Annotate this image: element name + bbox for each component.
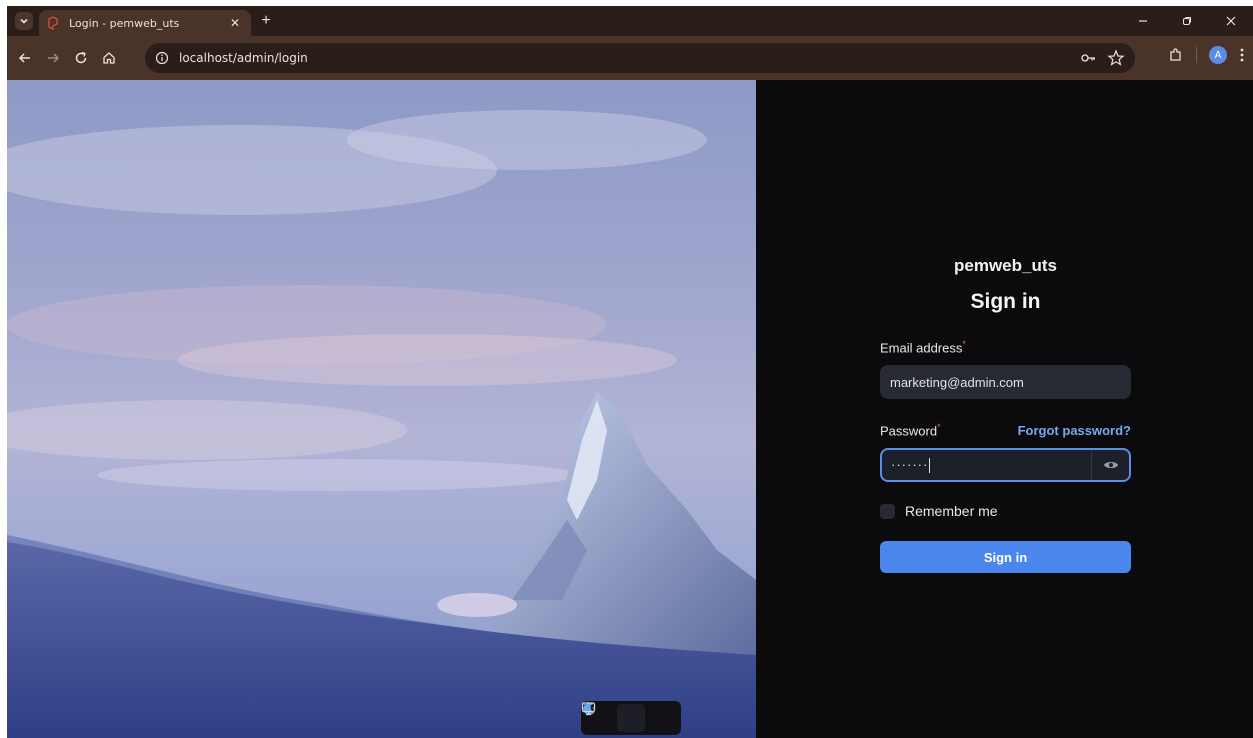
theme-switcher [581,701,681,735]
eye-icon [1103,462,1118,468]
email-label-text: Email address [880,340,963,356]
close-icon [1226,16,1236,26]
email-field[interactable]: marketing@admin.com [880,365,1131,399]
remember-checkbox[interactable] [880,503,895,519]
email-label-row: Email address* [880,338,1131,356]
password-field[interactable]: ······· [880,448,1131,482]
required-mark: * [937,421,941,432]
show-password-button[interactable] [1091,450,1129,480]
minimize-icon [1139,20,1147,22]
toolbar-separator [1196,47,1197,63]
tab-title: Login - pemweb_uts [69,16,180,30]
browser-window: Login - pemweb_uts ✕ + localhost/admin/l… [7,6,1253,738]
remember-label[interactable]: Remember me [905,503,998,519]
minimize-button[interactable] [1121,6,1165,36]
profile-avatar[interactable]: A [1209,46,1227,64]
login-form: pemweb_uts Sign in Email address* market… [880,256,1131,573]
password-label-text: Password [880,423,938,439]
required-mark: * [962,338,966,349]
window-controls [1121,6,1253,36]
toolbar-right: A [1168,46,1245,64]
login-panel: pemweb_uts Sign in Email address* market… [756,80,1253,738]
tab-search-button[interactable] [15,12,33,30]
laravel-favicon-icon [47,16,61,30]
arrow-right-icon [48,53,60,63]
restore-icon [1183,17,1191,25]
new-tab-button[interactable]: + [257,12,275,30]
tab-active[interactable]: Login - pemweb_uts ✕ [39,10,251,36]
url-text: localhost/admin/login [179,51,308,65]
password-mask: ······· [891,456,929,472]
forgot-password-link[interactable]: Forgot password? [1018,423,1131,438]
chevron-down-icon [20,18,28,24]
dark-theme-button[interactable] [583,702,645,732]
bookmark-star-icon[interactable] [1107,49,1125,67]
more-menu-icon[interactable] [1239,47,1245,63]
email-value: marketing@admin.com [890,374,1024,390]
tab-bar: Login - pemweb_uts ✕ + [7,6,1253,36]
restore-button[interactable] [1165,6,1209,36]
forward-button[interactable] [41,46,65,70]
home-icon [103,52,115,64]
close-window-button[interactable] [1209,6,1253,36]
page-title: Sign in [970,290,1041,313]
monitor-icon [581,702,596,716]
mountain-background-image [7,80,756,738]
page-content: pemweb_uts Sign in Email address* market… [7,80,1253,738]
reload-icon [75,51,87,64]
sign-in-button[interactable]: Sign in [880,541,1131,573]
site-info-icon[interactable] [155,51,169,65]
text-caret [929,458,931,474]
password-key-icon[interactable] [1079,49,1097,67]
browser-toolbar: localhost/admin/login A [7,36,1253,80]
address-bar[interactable]: localhost/admin/login [145,43,1135,73]
password-input[interactable]: ······· [882,456,1091,474]
system-theme-button[interactable] [581,702,676,732]
home-button[interactable] [97,46,121,70]
back-button[interactable] [13,46,37,70]
password-label: Password* [880,422,941,438]
email-label: Email address* [880,339,966,355]
password-label-row: Password* Forgot password? [880,421,1131,439]
remember-row: Remember me [880,502,1131,520]
tab-close-icon[interactable]: ✕ [227,16,243,30]
arrow-left-icon [18,53,30,63]
extensions-icon[interactable] [1168,47,1184,63]
omnibox-actions [1079,49,1125,67]
reload-button[interactable] [69,46,93,70]
brand-name: pemweb_uts [954,256,1057,275]
